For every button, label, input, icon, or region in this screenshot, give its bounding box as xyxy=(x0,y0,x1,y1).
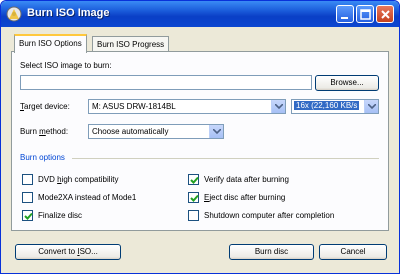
options-panel: Select ISO image to burn: Browse... Targ… xyxy=(11,51,389,231)
browse-button[interactable]: Browse... xyxy=(315,75,379,91)
burn-method-value: Choose automatically xyxy=(92,127,169,136)
burn-options-title: Burn options xyxy=(20,153,65,162)
burn-iso-dialog: Burn ISO Image Burn ISO Options Burn ISO… xyxy=(0,0,400,274)
tab-burn-iso-options[interactable]: Burn ISO Options xyxy=(14,34,87,53)
target-device-value: M: ASUS DRW-1814BL xyxy=(92,102,176,111)
checkbox[interactable] xyxy=(22,192,33,203)
minimize-button[interactable] xyxy=(336,5,354,23)
iso-label: Select ISO image to burn: xyxy=(20,61,112,70)
option-label: Finalize disc xyxy=(38,211,83,220)
checkbox[interactable] xyxy=(188,174,199,185)
window-title: Burn ISO Image xyxy=(27,7,110,19)
tab-label: Burn ISO Progress xyxy=(97,40,165,49)
dropdown-button[interactable] xyxy=(209,125,223,138)
burn-disc-button[interactable]: Burn disc xyxy=(229,244,314,260)
convert-to-iso-button[interactable]: Convert to ISO... xyxy=(15,244,121,260)
burn-method-label: Burn method: xyxy=(20,127,69,136)
target-device-label: Target device: xyxy=(20,102,70,111)
option-label: Shutdown computer after completion xyxy=(204,211,335,220)
option-label: Eject disc after burning xyxy=(204,193,286,202)
burn-method-select[interactable]: Choose automatically xyxy=(88,124,224,139)
tab-label: Burn ISO Options xyxy=(19,39,82,48)
maximize-button[interactable] xyxy=(356,5,374,23)
iso-path-input[interactable] xyxy=(20,75,312,90)
app-icon xyxy=(6,6,22,22)
title-bar[interactable]: Burn ISO Image xyxy=(1,1,399,27)
close-button[interactable] xyxy=(376,5,394,23)
option-label: Verify data after burning xyxy=(204,175,289,184)
checkbox[interactable] xyxy=(188,210,199,221)
cancel-button[interactable]: Cancel xyxy=(319,244,387,260)
dropdown-button[interactable] xyxy=(364,100,378,113)
option-label: DVD high compatibility xyxy=(38,175,119,184)
checkbox[interactable] xyxy=(22,210,33,221)
checkbox[interactable] xyxy=(188,192,199,203)
burn-speed-value: 16x (22,160 KB/s xyxy=(294,101,360,110)
dropdown-button[interactable] xyxy=(271,100,285,113)
target-device-select[interactable]: M: ASUS DRW-1814BL xyxy=(88,99,286,114)
burn-speed-select[interactable]: 16x (22,160 KB/s xyxy=(291,99,379,114)
option-label: Mode2XA instead of Mode1 xyxy=(38,193,137,202)
group-divider xyxy=(72,158,379,159)
checkbox[interactable] xyxy=(22,174,33,185)
